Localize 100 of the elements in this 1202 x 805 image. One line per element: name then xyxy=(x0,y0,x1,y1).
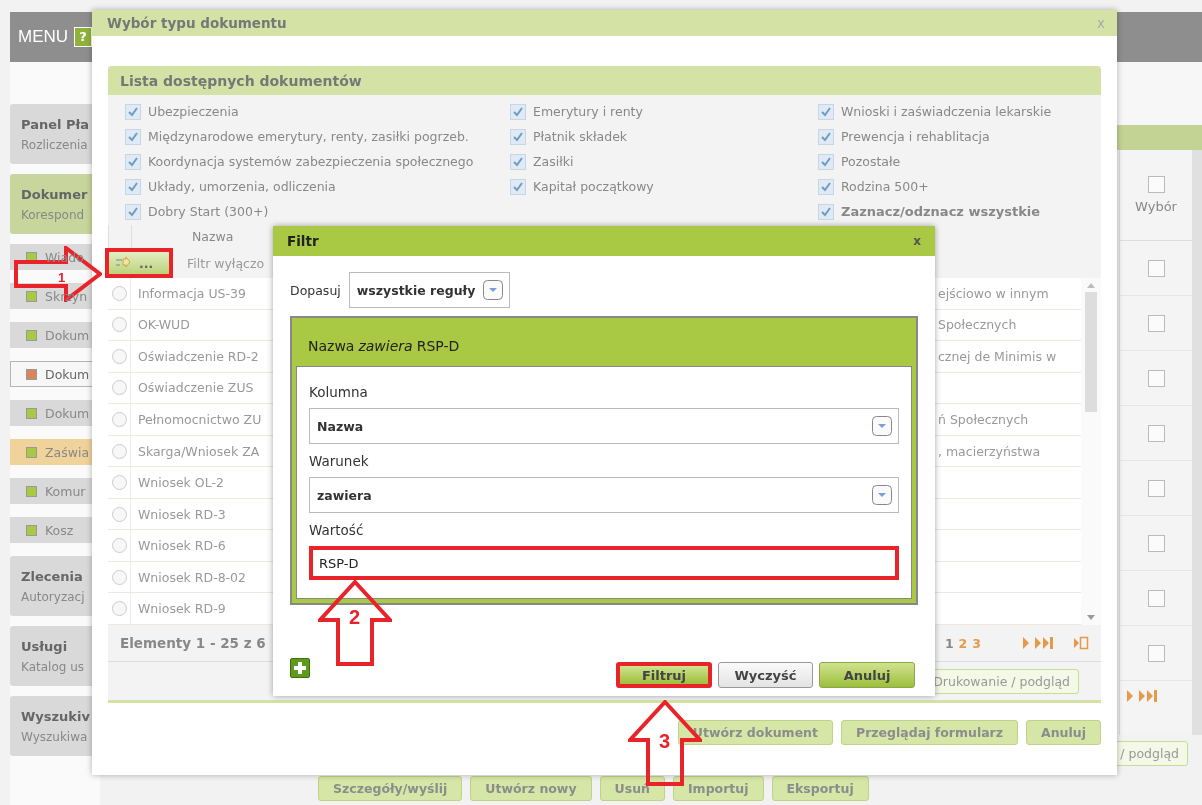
checkbox[interactable] xyxy=(125,153,141,170)
toolbar-button[interactable]: Eksportuj xyxy=(771,775,869,801)
radio-button[interactable] xyxy=(112,538,127,554)
column-header: Wybór xyxy=(1135,199,1177,214)
checkbox[interactable] xyxy=(818,203,834,220)
input-field[interactable]: RSP-D xyxy=(309,546,899,580)
radio-button[interactable] xyxy=(112,569,127,585)
checkbox[interactable] xyxy=(1147,176,1165,193)
close-button[interactable]: x xyxy=(913,234,921,248)
item-count: Elementy 1 - 25 z 6 xyxy=(120,635,267,651)
dialog-button[interactable]: Anuluj xyxy=(819,662,915,688)
section-subtitle: Katalog us xyxy=(21,659,86,674)
checkbox-label: Emerytury i renty xyxy=(533,104,643,119)
checkbox-label: Zasiłki xyxy=(533,154,574,169)
dropdown-caret-icon xyxy=(482,280,503,300)
dialog-button[interactable]: Anuluj xyxy=(1026,720,1101,745)
plus-icon xyxy=(293,661,307,675)
checkbox[interactable] xyxy=(1147,644,1165,662)
radio-button[interactable] xyxy=(112,506,127,522)
filter-button[interactable]: ... xyxy=(105,248,173,278)
radio-button[interactable] xyxy=(112,443,127,459)
field-label: Dopasuj xyxy=(290,282,341,298)
check-icon xyxy=(512,105,524,118)
dialog-title: Filtr xyxy=(287,233,319,249)
checkbox-label: Prewencja i rehablitacja xyxy=(841,129,990,144)
condition-dropdown[interactable]: zawiera xyxy=(309,477,899,513)
table-cell-text: , macierzyństwa xyxy=(938,443,1042,459)
add-rule-button[interactable] xyxy=(290,658,310,678)
toolbar-button[interactable]: Usuń xyxy=(599,775,665,801)
radio-button[interactable] xyxy=(112,317,127,333)
check-icon xyxy=(820,130,832,143)
checkbox[interactable] xyxy=(1147,314,1165,332)
table-cell-text: ejściowo w innym xyxy=(938,285,1050,301)
radio-button[interactable] xyxy=(112,380,127,396)
close-button[interactable]: x xyxy=(1097,15,1105,31)
checkbox[interactable] xyxy=(510,128,526,145)
checkbox[interactable] xyxy=(510,153,526,170)
scrollbar[interactable] xyxy=(1081,278,1101,625)
checkbox[interactable] xyxy=(1147,259,1165,277)
column-dropdown[interactable]: Nazwa xyxy=(309,408,899,444)
panel-title: Lista dostępnych dokumentów xyxy=(120,72,362,89)
checkbox[interactable] xyxy=(125,178,141,195)
dialog-button[interactable]: Przeglądaj formularz xyxy=(841,720,1019,745)
dropdown-caret-icon xyxy=(872,485,892,505)
dialog-title: Wybór typu dokumentu xyxy=(107,15,287,31)
checkbox[interactable] xyxy=(125,103,141,120)
checkbox[interactable] xyxy=(1147,534,1165,552)
scroll-up-icon[interactable] xyxy=(1086,282,1096,288)
step-number: 1 xyxy=(58,272,66,283)
section-title: Dokumer xyxy=(21,186,89,202)
checkbox-label: Koordynacja systemów zabezpieczenia społecznego xyxy=(148,154,474,169)
page-size-icon[interactable] xyxy=(1073,636,1089,650)
table-cell-text: ń Społecznych xyxy=(938,411,1030,427)
check-icon xyxy=(127,130,139,143)
page-link[interactable]: 3 xyxy=(972,635,981,651)
dialog-button[interactable]: Wyczyść xyxy=(718,662,813,688)
checkbox[interactable] xyxy=(1147,369,1165,387)
check-icon xyxy=(512,180,524,193)
radio-button[interactable] xyxy=(112,475,127,491)
check-icon xyxy=(820,105,832,118)
step-number: 3 xyxy=(659,730,671,753)
checkbox[interactable] xyxy=(818,128,834,145)
checkbox[interactable] xyxy=(818,178,834,195)
page-link[interactable]: 2 xyxy=(958,635,968,651)
checkbox-label: Dobry Start (300+) xyxy=(148,204,269,219)
toolbar-button[interactable]: Importuj xyxy=(672,775,764,801)
checkbox[interactable] xyxy=(510,178,526,195)
toolbar-button[interactable]: Utwórz nowy xyxy=(470,775,592,801)
scrollbar-thumb[interactable] xyxy=(1085,292,1097,412)
item-label: Dokum xyxy=(45,405,90,421)
check-icon xyxy=(127,105,139,118)
radio-button[interactable] xyxy=(112,348,127,364)
checkbox[interactable] xyxy=(125,128,141,145)
checkbox[interactable] xyxy=(510,103,526,120)
scroll-down-icon[interactable] xyxy=(1086,615,1096,621)
checkbox[interactable] xyxy=(1147,589,1165,607)
menu-label[interactable]: MENU xyxy=(18,27,69,47)
page-link[interactable]: 1 xyxy=(944,635,954,651)
section-title: Panel Pła xyxy=(21,116,91,132)
radio-button[interactable] xyxy=(112,411,127,427)
check-icon xyxy=(127,180,139,193)
checkbox[interactable] xyxy=(1147,479,1165,497)
toolbar-button[interactable]: Szczegóły/wyślij xyxy=(318,775,463,801)
radio-button[interactable] xyxy=(112,601,127,617)
match-dropdown[interactable]: wszystkie reguły xyxy=(348,272,510,308)
check-icon xyxy=(127,205,139,218)
dropdown-caret-icon xyxy=(872,416,892,436)
checkbox[interactable] xyxy=(1147,424,1165,442)
filter-status: Filtr wyłączo xyxy=(187,255,265,271)
checkbox[interactable] xyxy=(125,203,141,220)
scrollbar[interactable] xyxy=(1192,150,1202,735)
item-label: Komur xyxy=(45,483,86,499)
checkbox[interactable] xyxy=(818,153,834,170)
check-icon xyxy=(820,205,832,218)
checkbox-label: Międzynarodowe emerytury, renty, zasiłki pogrzeb. xyxy=(148,129,469,144)
help-button[interactable]: ? xyxy=(74,27,93,47)
dialog-button[interactable]: Filtruj xyxy=(616,662,712,688)
checkbox[interactable] xyxy=(818,103,834,120)
section-subtitle: Rozliczenia xyxy=(21,137,89,152)
radio-button[interactable] xyxy=(112,285,127,301)
